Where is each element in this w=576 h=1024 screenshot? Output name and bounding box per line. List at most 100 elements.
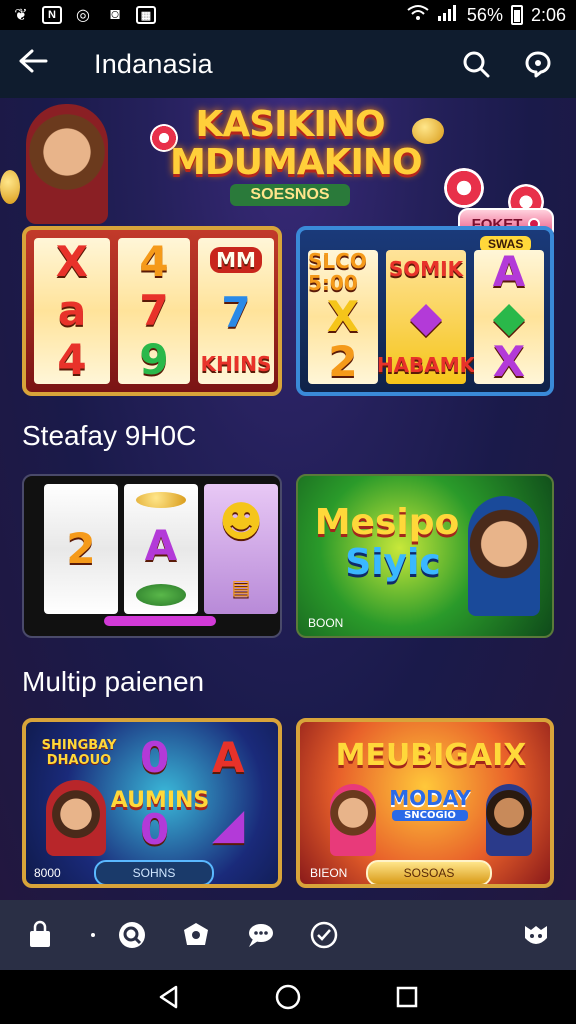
chip-icon[interactable]: [178, 917, 214, 953]
chat-bubble-icon[interactable]: [242, 917, 278, 953]
recents-square-icon[interactable]: [387, 977, 427, 1017]
instagram-icon: ◎: [76, 7, 90, 24]
signal-icon: [437, 4, 459, 27]
slot-symbol: A: [144, 521, 178, 570]
slot-symbol: 0: [140, 733, 170, 782]
spin-progress-bar: [104, 616, 216, 626]
slot-symbol: 9: [139, 334, 169, 384]
back-triangle-icon[interactable]: [149, 977, 189, 1017]
mask-icon[interactable]: [518, 917, 554, 953]
mask-symbol-icon: ☻: [219, 497, 263, 546]
leaf-symbol-icon: [136, 584, 186, 606]
coin-decoration: [412, 118, 444, 144]
slot-card-3[interactable]: 2 A ☻ ▤: [22, 474, 282, 638]
game-logo-sub2: SNCOGIO: [392, 810, 468, 821]
bag-icon[interactable]: [22, 917, 58, 953]
slot-card-4[interactable]: Mesipo Siyic BOON: [296, 474, 554, 638]
slot-symbol-icon: ▤: [231, 575, 251, 599]
hero-title-line1: KASIKINO: [195, 104, 385, 145]
slot-symbol-icon: ◢: [212, 799, 245, 848]
slot-symbol: A: [212, 733, 245, 782]
hero-title: KASIKINO MDUMAKINO: [170, 104, 423, 183]
system-nav-bar: [0, 970, 576, 1024]
reel: A ◆ X: [474, 250, 544, 384]
game-logo-top: SHINGBAY DHAOUO: [41, 738, 117, 768]
page-title: Indanasia: [94, 48, 213, 79]
slot-badge: MM: [210, 247, 262, 273]
slot-symbol: 0: [140, 805, 170, 854]
reel: A: [124, 484, 198, 614]
n-icon: N: [42, 6, 62, 24]
system-status: 56% 2:06: [407, 4, 566, 27]
slot-symbol: A: [492, 247, 526, 297]
coin-stack-icon: [136, 492, 186, 508]
slot-symbol: X: [326, 291, 360, 341]
game-logo-sub: MODAY: [389, 786, 471, 810]
reel: X a 4: [34, 238, 110, 384]
slot-symbol: 7: [221, 288, 251, 337]
play-button-label: SOHNS: [132, 866, 176, 880]
play-button[interactable]: SOHNS: [94, 860, 214, 884]
card-label: BOON: [308, 616, 344, 630]
chat-icon[interactable]: [518, 44, 558, 84]
clock: 2:06: [530, 4, 566, 25]
dot-icon: [86, 917, 100, 953]
slot-symbol: 7: [139, 285, 169, 335]
character-avatar: [330, 784, 376, 856]
wifi-icon: [407, 4, 429, 27]
chip-decoration: [444, 168, 484, 208]
coin-decoration: [0, 170, 20, 204]
slot-card-5[interactable]: SHINGBAY DHAOUO 0 A AUMINS 0 ◢ 8000 SOHN…: [22, 718, 282, 888]
reel: 2: [44, 484, 118, 614]
slot-card-6[interactable]: MEUBIGAIX MODAY SNCOGIO BIEON SOSOAS: [296, 718, 554, 888]
leaf-icon: ❦: [14, 7, 28, 24]
slot-symbol: SOMIK: [388, 256, 464, 281]
slot-symbol: X: [492, 336, 526, 386]
home-circle-icon[interactable]: [268, 977, 308, 1017]
battery-icon: [510, 5, 523, 25]
card-label: 8000: [34, 866, 61, 880]
game-logo: MEUBIGAIX: [335, 738, 527, 773]
character-avatar: [46, 780, 106, 856]
hero-title-line2: MDUMAKINO: [170, 142, 423, 183]
section-title-1: Steafay 9H0C: [22, 420, 197, 451]
character-avatar: [486, 784, 532, 856]
search-circle-icon[interactable]: [114, 917, 150, 953]
app-bar: Indanasia: [0, 30, 576, 98]
reel: SLCO 5:00 X 2: [308, 250, 378, 384]
back-arrow-icon[interactable]: [18, 47, 62, 81]
slot-card-1[interactable]: X a 4 4 7 9 MM 7 KHINS: [22, 226, 282, 396]
section-title-2: Multip paienen: [22, 666, 205, 697]
game-logo-line1: Mesipo: [314, 502, 460, 543]
slot-symbol: 4: [139, 237, 169, 287]
slot-symbol: HABAMK: [376, 353, 476, 378]
slot-symbol-gem: ◆: [492, 291, 526, 341]
hero-character-avatar: [26, 104, 108, 224]
slot-symbol: 2: [328, 336, 358, 386]
card-label: BIEON: [310, 866, 348, 880]
camera-icon: ◙: [110, 6, 120, 23]
check-circle-icon[interactable]: [306, 917, 342, 953]
slot-symbol: a: [57, 285, 87, 335]
slot-symbol: KHINS: [200, 352, 272, 376]
slot-symbol: X: [55, 237, 89, 287]
play-button-label: SOSOAS: [403, 866, 455, 880]
bottom-nav: [0, 900, 576, 970]
hero-subtitle: SOESNOS: [230, 184, 350, 206]
slot-symbol: 4: [57, 334, 87, 384]
slot-card-2[interactable]: SWAS SLCO 5:00 X 2 SOMIK ◆ HABAMK A ◆ X: [296, 226, 554, 396]
play-button[interactable]: SOSOAS: [366, 860, 492, 884]
notification-icons: ❦ N ◎ ◙ ▦: [10, 5, 156, 25]
search-icon[interactable]: [456, 44, 496, 84]
reel: SOMIK ◆ HABAMK: [377, 250, 475, 384]
picture-icon: ▦: [136, 6, 156, 24]
status-bar: ❦ N ◎ ◙ ▦ 56% 2:06: [0, 0, 576, 30]
reel: ☻ ▤: [204, 484, 278, 614]
reel: MM 7 KHINS: [198, 238, 274, 384]
slot-header: SLCO 5:00: [308, 249, 367, 296]
character-avatar: [468, 496, 540, 616]
slot-symbol: 2: [66, 524, 96, 573]
slot-symbol-gem: ◆: [409, 291, 443, 341]
game-logo-line2: Siyic: [345, 542, 441, 583]
main-content[interactable]: KASIKINO MDUMAKINO SOESNOS FOKET X a 4 4…: [0, 98, 576, 900]
